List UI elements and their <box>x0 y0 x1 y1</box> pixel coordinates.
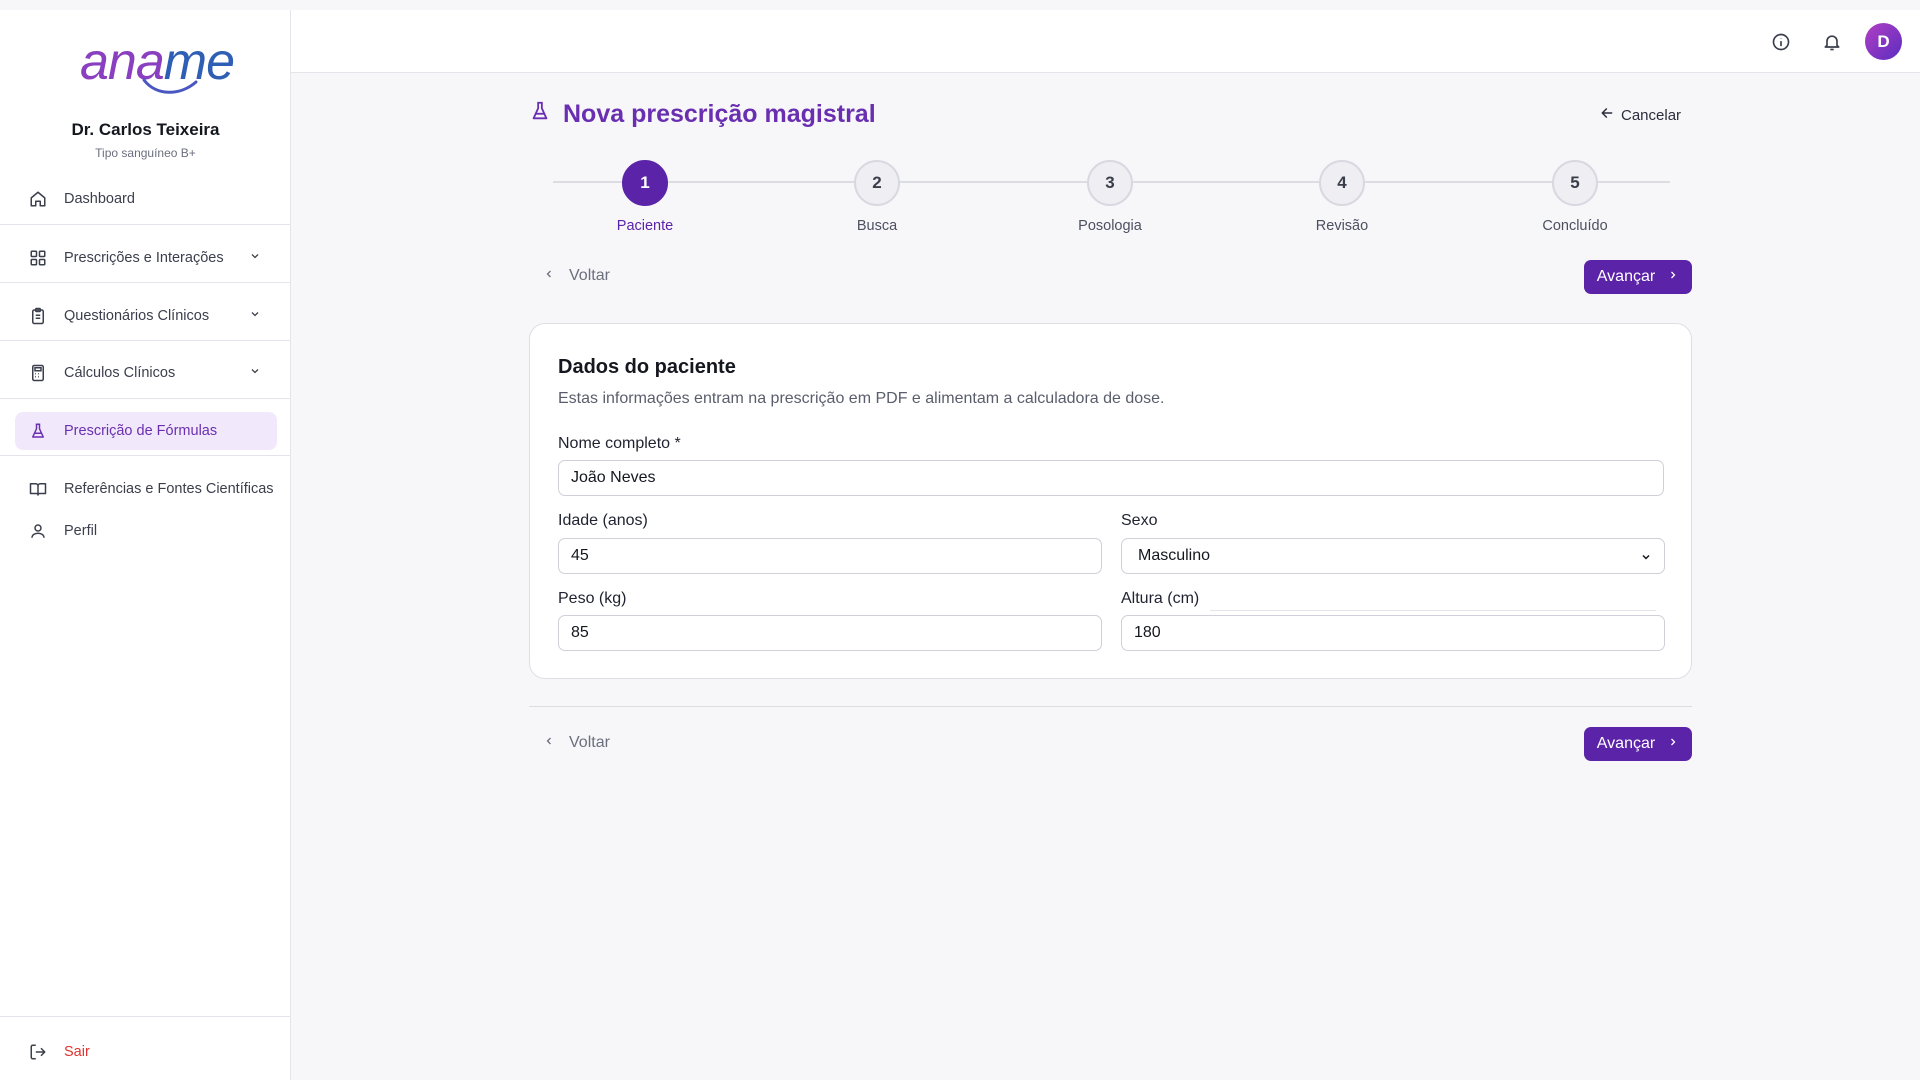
step-label: Paciente <box>616 218 674 234</box>
grid-icon <box>28 248 48 268</box>
height-field[interactable]: 180 <box>1121 615 1665 651</box>
sidebar-item-label: Cálculos Clínicos <box>64 365 176 381</box>
chevron-down-icon <box>249 308 261 324</box>
chevron-down-icon <box>249 250 261 266</box>
sidebar: aname Dr. Carlos Teixeira Tipo sanguíneo… <box>0 10 291 1080</box>
step-busca[interactable]: 2 Busca <box>797 160 957 234</box>
step-label: Concluído <box>1542 218 1608 234</box>
next-button[interactable]: Avançar <box>1584 727 1692 761</box>
cancel-label: Cancelar <box>1621 106 1682 124</box>
logout-button[interactable]: Sair <box>15 1033 277 1071</box>
sidebar-divider <box>0 282 291 283</box>
age-field[interactable]: 45 <box>558 538 1102 574</box>
chevron-down-icon <box>249 365 261 381</box>
page-title: Nova prescrição magistral <box>532 100 876 129</box>
flask-icon <box>28 421 48 441</box>
sidebar-item-label: Prescrições e Interações <box>64 250 224 266</box>
sidebar-divider <box>0 455 291 456</box>
next-label: Avançar <box>1596 268 1656 285</box>
page-title-text: Nova prescrição magistral <box>563 100 876 128</box>
height-label: Altura (cm) <box>1121 590 1200 607</box>
step-label: Posologia <box>1078 218 1142 234</box>
name-field[interactable]: João Neves <box>558 460 1664 496</box>
top-bar <box>291 10 1920 73</box>
logout-icon <box>28 1042 48 1062</box>
footer-divider <box>529 706 1692 707</box>
arrow-left-icon <box>1600 106 1614 124</box>
back-button[interactable]: Voltar <box>543 267 610 285</box>
sidebar-divider <box>0 224 291 225</box>
step-concluido[interactable]: 5 Concluído <box>1495 160 1655 234</box>
step-number: 2 <box>854 160 900 206</box>
user-name: Dr. Carlos Teixeira <box>71 120 220 139</box>
home-icon <box>28 189 48 209</box>
clipboard-icon <box>28 306 48 326</box>
sidebar-item-label: Perfil <box>64 523 98 539</box>
sex-label: Sexo <box>1121 512 1158 529</box>
flask-icon <box>529 100 551 129</box>
step-label: Busca <box>856 218 898 234</box>
sidebar-item-prescricoes[interactable]: Prescrições e Interações <box>15 239 277 277</box>
sidebar-item-perfil[interactable]: Perfil <box>15 512 277 550</box>
name-label: Nome completo * <box>558 435 681 452</box>
back-label: Voltar <box>569 267 610 284</box>
chevron-left-icon <box>543 267 555 285</box>
step-label: Revisão <box>1315 218 1369 234</box>
sidebar-divider <box>0 1016 291 1017</box>
step-number: 5 <box>1552 160 1598 206</box>
weight-value: 85 <box>571 624 589 641</box>
logo-swoosh-icon <box>142 78 198 94</box>
bell-icon[interactable] <box>1821 31 1843 53</box>
height-value: 180 <box>1134 624 1161 641</box>
step-number: 1 <box>622 160 668 206</box>
sidebar-item-referencias[interactable]: Referências e Fontes Científicas <box>15 470 277 508</box>
sidebar-item-label: Dashboard <box>64 191 135 207</box>
user-subtitle: Tipo sanguíneo B+ <box>95 146 196 160</box>
user-icon <box>28 521 48 541</box>
sidebar-divider <box>0 398 291 399</box>
step-revisao[interactable]: 4 Revisão <box>1262 160 1422 234</box>
chevron-right-icon <box>1667 268 1679 286</box>
app-logo[interactable]: aname <box>80 32 235 102</box>
card-title: Dados do paciente <box>558 356 736 378</box>
logout-label: Sair <box>64 1044 90 1060</box>
step-number: 3 <box>1087 160 1133 206</box>
info-icon[interactable] <box>1770 31 1792 53</box>
chevron-down-icon <box>1640 550 1652 568</box>
patient-data-card: Dados do paciente Estas informações entr… <box>529 323 1692 679</box>
cancel-button[interactable]: Cancelar <box>1600 106 1681 124</box>
sidebar-item-label: Questionários Clínicos <box>64 308 210 324</box>
avatar[interactable]: D <box>1865 23 1902 60</box>
step-paciente[interactable]: 1 Paciente <box>565 160 725 234</box>
card-description: Estas informações entram na prescrição e… <box>558 390 1165 407</box>
sidebar-divider <box>0 340 291 341</box>
back-label: Voltar <box>569 734 610 751</box>
next-button[interactable]: Avançar <box>1584 260 1692 294</box>
weight-label: Peso (kg) <box>558 590 627 607</box>
chevron-right-icon <box>1667 735 1679 753</box>
sex-select[interactable]: Masculino <box>1121 538 1665 574</box>
next-label: Avançar <box>1596 735 1656 752</box>
sidebar-item-questionarios[interactable]: Questionários Clínicos <box>15 297 277 335</box>
sidebar-item-prescricao-formulas[interactable]: Prescrição de Fórmulas <box>15 412 277 450</box>
age-label: Idade (anos) <box>558 512 648 529</box>
sidebar-item-label: Prescrição de Fórmulas <box>64 423 218 439</box>
step-number: 4 <box>1319 160 1365 206</box>
weight-field[interactable]: 85 <box>558 615 1102 651</box>
back-button[interactable]: Voltar <box>543 734 610 752</box>
field-divider <box>1210 610 1656 611</box>
name-value: João Neves <box>571 469 656 486</box>
sidebar-item-calculos[interactable]: Cálculos Clínicos <box>15 354 277 392</box>
sex-value: Masculino <box>1138 547 1211 564</box>
age-value: 45 <box>571 547 589 564</box>
calculator-icon <box>28 363 48 383</box>
sidebar-item-label: Referências e Fontes Científicas <box>64 481 274 497</box>
sidebar-item-dashboard[interactable]: Dashboard <box>15 180 277 218</box>
step-posologia[interactable]: 3 Posologia <box>1030 160 1190 234</box>
chevron-left-icon <box>543 734 555 752</box>
book-icon <box>28 479 48 499</box>
